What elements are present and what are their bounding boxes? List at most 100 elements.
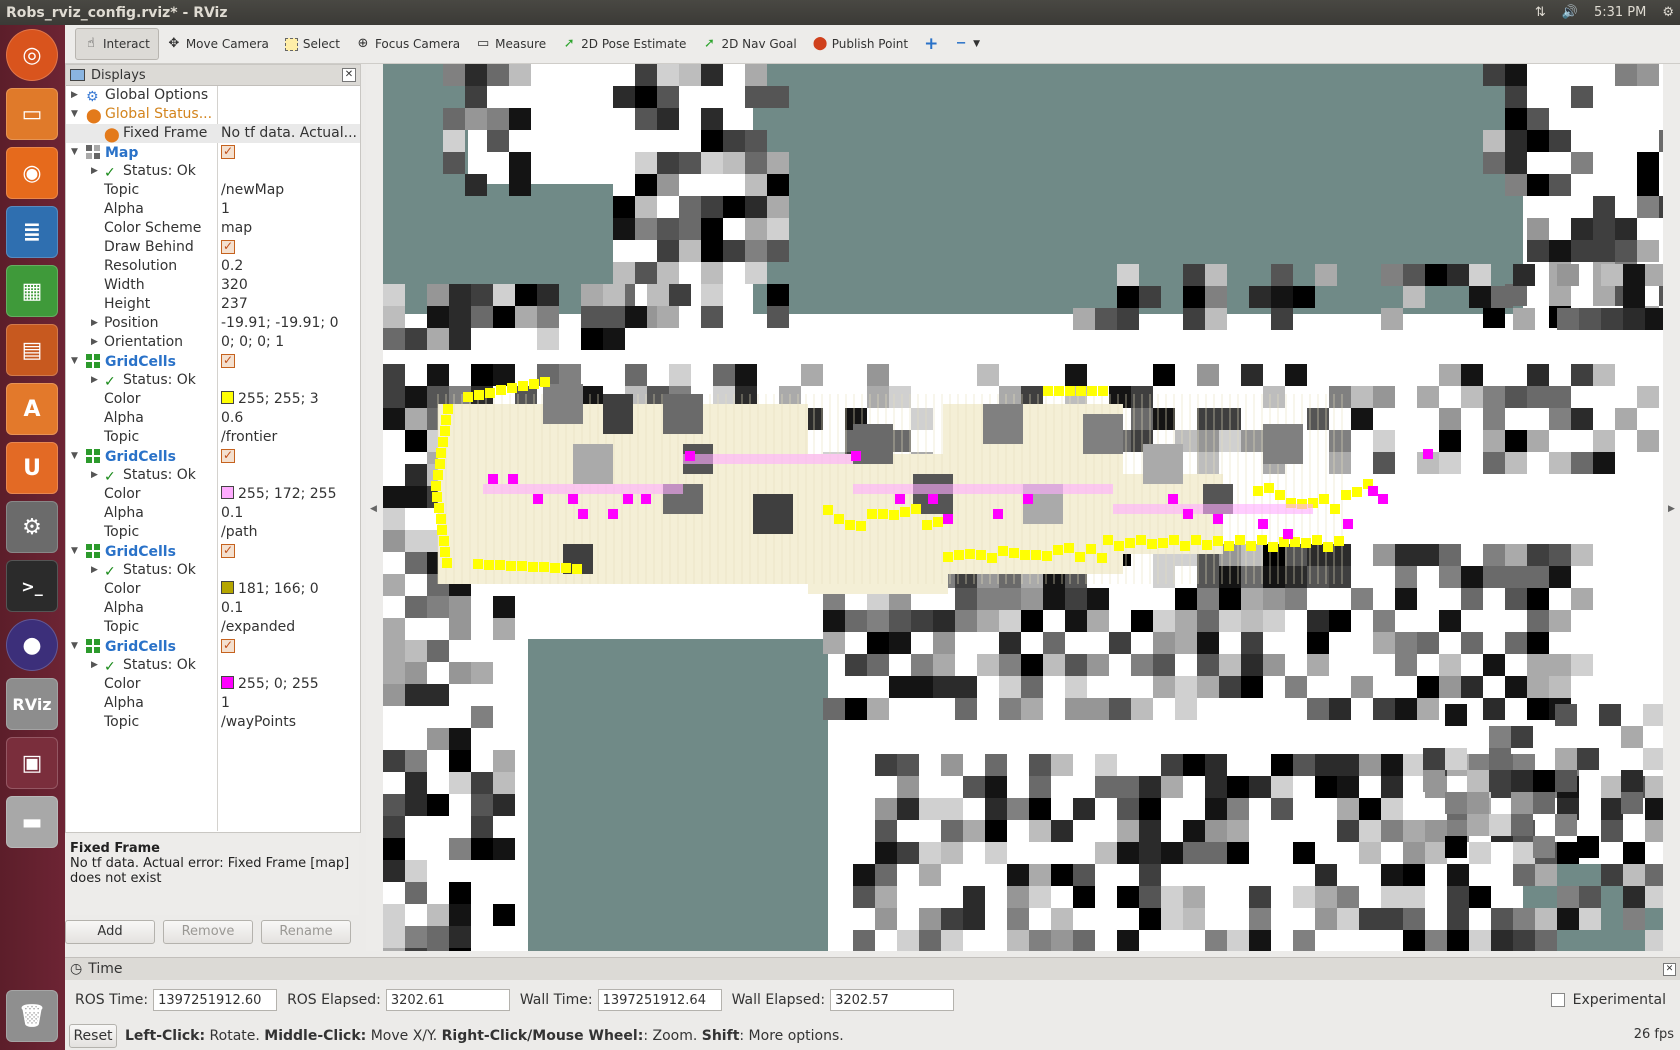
tree-gridcells[interactable]: ▼ GridCells bbox=[66, 351, 360, 371]
tree-prop[interactable]: Width 320 bbox=[66, 276, 360, 295]
tree-row-value[interactable]: /expanded bbox=[221, 618, 295, 637]
clock[interactable]: 5:31 PM bbox=[1594, 5, 1646, 20]
tree-prop[interactable]: Topic/newMap bbox=[66, 181, 360, 200]
tree-row-value[interactable]: 0.2 bbox=[221, 257, 243, 276]
tree-row-value[interactable]: 0; 0; 0; 1 bbox=[221, 333, 284, 352]
tree-row-value[interactable]: 255; 0; 255 bbox=[221, 675, 319, 694]
expand-arrow-icon[interactable]: ▶ bbox=[91, 162, 98, 181]
expand-arrow-icon[interactable]: ▶ bbox=[91, 333, 98, 352]
tree-row-value[interactable]: 1 bbox=[221, 694, 230, 713]
tree-prop[interactable]: Alpha 1 bbox=[66, 200, 360, 219]
tree-prop[interactable]: Topic/frontier bbox=[66, 428, 360, 447]
firefox-icon[interactable]: ◉ bbox=[6, 147, 58, 199]
tree-row-value[interactable] bbox=[221, 237, 235, 258]
tree-map[interactable]: ▼ Map bbox=[66, 142, 360, 163]
tree-prop[interactable]: ▶ Position -19.91; -19.91; 0 bbox=[66, 314, 360, 333]
color-swatch[interactable] bbox=[221, 581, 234, 594]
tree-row-value[interactable]: 320 bbox=[221, 276, 248, 295]
tree-prop[interactable]: Topic/expanded bbox=[66, 618, 360, 637]
eclipse-icon[interactable]: ● bbox=[6, 619, 58, 671]
files-icon[interactable]: ▭ bbox=[6, 88, 58, 140]
tree-row-value[interactable]: /newMap bbox=[221, 181, 284, 200]
expand-arrow-icon[interactable]: ▶ bbox=[91, 561, 98, 580]
tree-row-value[interactable]: 255; 255; 3 bbox=[221, 390, 319, 409]
pose-estimate-tool[interactable]: ➚ 2D Pose Estimate bbox=[554, 29, 694, 59]
ubuntu-one-icon[interactable]: U bbox=[6, 442, 58, 494]
expand-arrow-icon[interactable]: ▶ bbox=[91, 371, 98, 390]
experimental-checkbox[interactable] bbox=[1550, 993, 1565, 1007]
add-button[interactable]: Add bbox=[65, 920, 155, 944]
enabled-checkbox[interactable] bbox=[221, 351, 235, 370]
tree-status[interactable]: ▶ ✓ Status: Ok bbox=[66, 371, 360, 390]
tree-prop[interactable]: Color Scheme map bbox=[66, 219, 360, 238]
tree-row-value[interactable]: /path bbox=[221, 523, 258, 542]
ros-elapsed-field[interactable]: 3202.61 bbox=[385, 989, 510, 1011]
tree-global-status[interactable]: ▼ ⬤ Global Status... bbox=[66, 105, 360, 124]
software-center-icon[interactable]: A bbox=[6, 383, 58, 435]
tree-status[interactable]: ▶ ✓ Status: Ok bbox=[66, 656, 360, 675]
tree-row-value[interactable]: 0.1 bbox=[221, 599, 243, 618]
tree-prop[interactable]: Alpha 0.6 bbox=[66, 409, 360, 428]
tree-prop[interactable]: Color 255; 255; 3 bbox=[66, 390, 360, 409]
tree-row-value[interactable] bbox=[221, 142, 235, 163]
enabled-checkbox[interactable] bbox=[221, 237, 235, 256]
collapse-arrow-icon[interactable]: ▼ bbox=[71, 105, 78, 124]
rviz-icon[interactable]: RViz bbox=[6, 678, 58, 730]
drive-icon[interactable]: ▬ bbox=[6, 796, 58, 848]
select-tool[interactable]: Select bbox=[277, 29, 348, 59]
collapse-arrow-icon[interactable]: ▼ bbox=[71, 143, 78, 162]
tree-gridcells[interactable]: ▼ GridCells bbox=[66, 636, 360, 657]
rename-button[interactable]: Rename bbox=[261, 920, 351, 944]
remove-button[interactable]: Remove bbox=[163, 920, 253, 944]
tree-row-value[interactable]: map bbox=[221, 219, 252, 238]
writer-icon[interactable]: ≣ bbox=[6, 206, 58, 258]
publish-point-tool[interactable]: ⬤ Publish Point bbox=[805, 29, 916, 59]
tree-row-value[interactable]: -19.91; -19.91; 0 bbox=[221, 314, 339, 333]
color-swatch[interactable] bbox=[221, 486, 234, 499]
close-icon[interactable]: ✕ bbox=[1663, 962, 1676, 976]
settings-gear-icon[interactable]: ⚙ bbox=[1662, 5, 1674, 20]
interact-tool[interactable]: ☝ Interact bbox=[75, 28, 159, 60]
tree-prop[interactable]: Topic/wayPoints bbox=[66, 713, 360, 732]
tree-prop[interactable]: Color 255; 0; 255 bbox=[66, 675, 360, 694]
ros-time-field[interactable]: 1397251912.60 bbox=[153, 989, 278, 1011]
ubuntu-dash-icon[interactable]: ◎ bbox=[6, 29, 58, 81]
tree-prop[interactable]: Resolution 0.2 bbox=[66, 257, 360, 276]
tree-row-value[interactable]: 0.1 bbox=[221, 504, 243, 523]
tree-row-value[interactable]: 237 bbox=[221, 295, 248, 314]
move-camera-tool[interactable]: ✥ Move Camera bbox=[159, 29, 277, 59]
collapse-arrow-icon[interactable]: ▼ bbox=[71, 542, 78, 561]
expand-arrow-icon[interactable]: ▶ bbox=[91, 314, 98, 333]
wall-elapsed-field[interactable]: 3202.57 bbox=[830, 989, 955, 1011]
tree-row-value[interactable]: No tf data. Actual... bbox=[221, 124, 357, 143]
enabled-checkbox[interactable] bbox=[221, 142, 235, 161]
color-swatch[interactable] bbox=[221, 391, 234, 404]
tree-prop[interactable]: Topic/path bbox=[66, 523, 360, 542]
terminal-icon[interactable]: >_ bbox=[6, 560, 58, 612]
impress-icon[interactable]: ▤ bbox=[6, 324, 58, 376]
trash-icon[interactable]: 🗑 bbox=[6, 990, 58, 1042]
tree-prop[interactable]: Alpha 0.1 bbox=[66, 504, 360, 523]
tree-prop[interactable]: Height 237 bbox=[66, 295, 360, 314]
tree-row-value[interactable]: /wayPoints bbox=[221, 713, 296, 732]
right-splitter[interactable]: ▶ bbox=[1663, 64, 1680, 951]
tree-row-value[interactable]: 1 bbox=[221, 200, 230, 219]
nav-goal-tool[interactable]: ➚ 2D Nav Goal bbox=[694, 29, 804, 59]
tree-status[interactable]: ▶ ✓ Status: Ok bbox=[66, 466, 360, 485]
tree-row-value[interactable] bbox=[221, 446, 235, 467]
collapse-arrow-icon[interactable]: ▼ bbox=[71, 637, 78, 656]
reset-button[interactable]: Reset bbox=[69, 1024, 117, 1048]
enabled-checkbox[interactable] bbox=[221, 541, 235, 560]
tree-prop[interactable]: Alpha 1 bbox=[66, 694, 360, 713]
collapse-arrow-icon[interactable]: ▼ bbox=[71, 352, 78, 371]
tree-fixed-frame[interactable]: ⬤ Fixed Frame No tf data. Actual... bbox=[66, 124, 360, 143]
tree-prop[interactable]: Draw Behind bbox=[66, 237, 360, 258]
tree-row-value[interactable] bbox=[221, 636, 235, 657]
tree-gridcells[interactable]: ▼ GridCells bbox=[66, 446, 360, 467]
expand-arrow-icon[interactable]: ▶ bbox=[71, 86, 78, 105]
network-icon[interactable]: ⇅ bbox=[1535, 5, 1546, 20]
tree-prop[interactable]: Color 181; 166; 0 bbox=[66, 580, 360, 599]
color-swatch[interactable] bbox=[221, 676, 234, 689]
measure-tool[interactable]: ▭ Measure bbox=[468, 29, 554, 59]
tree-row-value[interactable]: 181; 166; 0 bbox=[221, 580, 319, 599]
